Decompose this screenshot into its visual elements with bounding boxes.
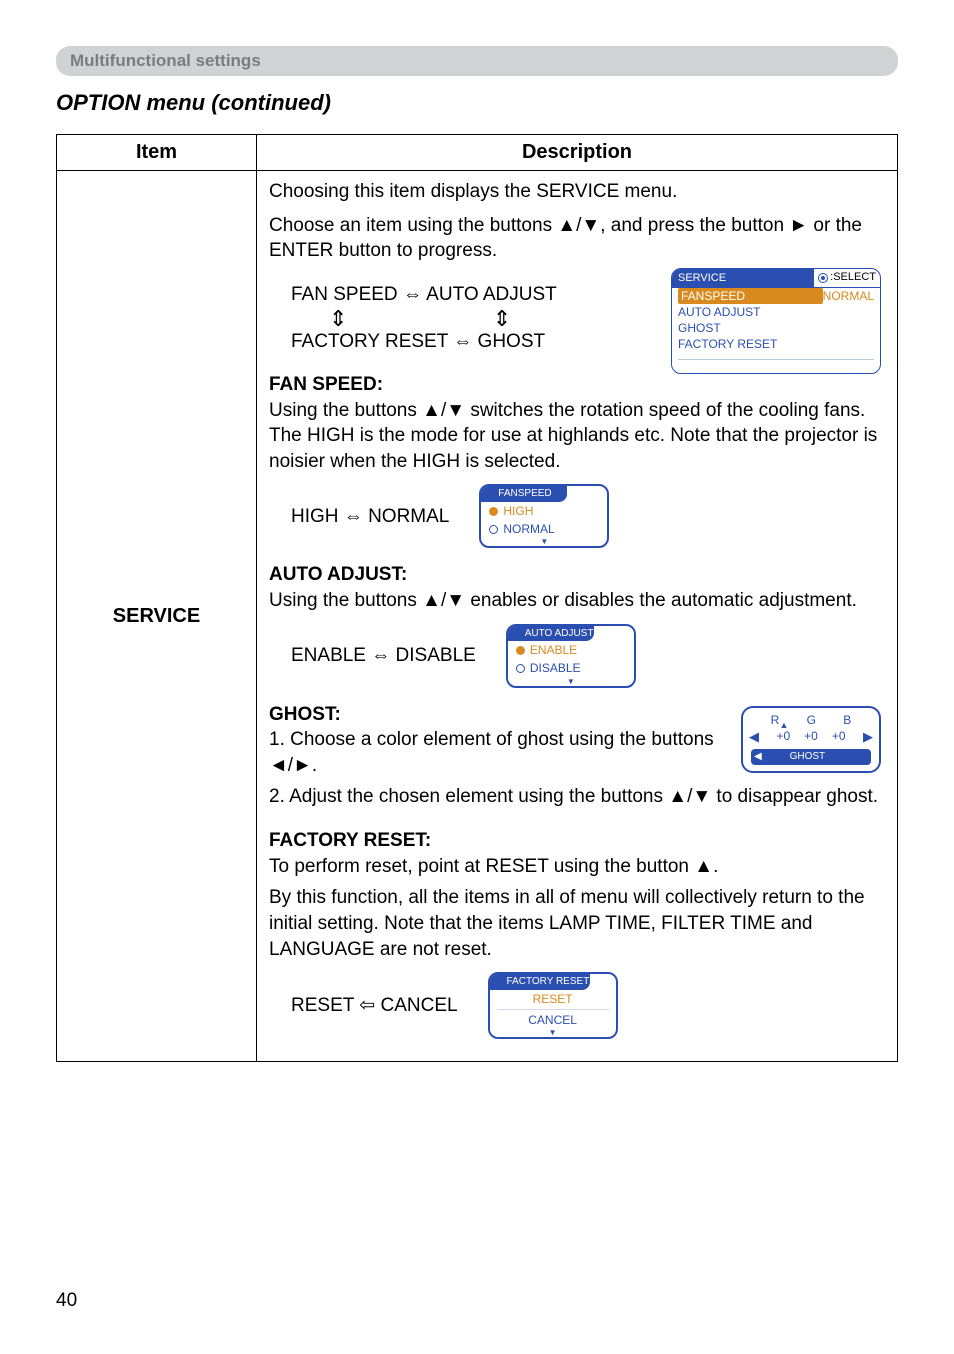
triangle-left-icon: ◀ [754, 750, 762, 764]
factoryreset-osd-pill: ▲FACTORY RESET RESET CANCEL ▼ [488, 972, 618, 1039]
ghost-osd-panel: R G B ◀ ▲+0 +0 +0 ▶ [741, 706, 881, 773]
service-description-cell: Choosing this item displays the SERVICE … [257, 171, 898, 1062]
factory-toggle-reset: RESET [291, 995, 354, 1016]
auto-pill-enable: ENABLE [530, 642, 577, 658]
nav-fanspeed: FAN SPEED [291, 284, 398, 305]
intro-line2: Choose an item using the buttons ▲/▼, an… [269, 213, 885, 264]
factory-pill-cancel: CANCEL [528, 1012, 577, 1028]
ghost-foot: GHOST [790, 750, 844, 764]
nav-autoadjust: AUTO ADJUST [426, 284, 557, 305]
radio-filled-icon [489, 507, 498, 516]
fan-toggle-arrow: ⇔ [344, 506, 363, 527]
item-service-label: SERVICE [57, 171, 257, 1062]
auto-heading: AUTO ADJUST: [269, 564, 407, 585]
auto-toggle-arrow: ⇔ [371, 645, 390, 666]
fan-pill-high: HIGH [503, 503, 533, 519]
service-osd-panel: SERVICE :SELECT FANSPEEDNORMAL AUTO ADJU… [671, 268, 881, 374]
autoadjust-osd-pill: ▲AUTO ADJUST ENABLE DISABLE ▼ [506, 624, 636, 688]
page-number: 40 [56, 1290, 77, 1312]
factory-line2: By this function, all the items in all o… [269, 885, 885, 962]
osd-row-fanspeed-val: NORMAL [823, 288, 874, 304]
triangle-left-icon: ◀ [749, 728, 759, 746]
triangle-up-icon: ▲ [496, 978, 504, 986]
triangle-right-icon: ▶ [863, 728, 873, 746]
ghost-val-r: ▲+0 [776, 728, 790, 744]
osd-row-fanspeed: FANSPEED [678, 288, 823, 304]
ghost-step1: 1. Choose a color element of ghost using… [269, 729, 714, 776]
factory-toggle-arrow: ⇦ [359, 995, 375, 1016]
triangle-down-icon: ▼ [508, 678, 634, 686]
osd-row-ghost: GHOST [678, 320, 874, 336]
osd-row-autoadjust: AUTO ADJUST [678, 304, 874, 320]
fan-pill-normal: NORMAL [503, 521, 554, 537]
nav-arrow-h1: ⇔ [403, 284, 422, 305]
fan-heading: FAN SPEED: [269, 374, 383, 395]
auto-pill-hdr: AUTO ADJUST [525, 627, 594, 641]
factory-pill-hdr: FACTORY RESET [507, 975, 590, 989]
factory-toggle-cancel: CANCEL [381, 995, 458, 1016]
ghost-step2: 2. Adjust the chosen element using the b… [269, 784, 885, 810]
fanspeed-osd-pill: ▲FANSPEED HIGH NORMAL ▼ [479, 484, 609, 548]
radio-filled-icon [516, 646, 525, 655]
auto-body: Using the buttons ▲/▼ enables or disable… [269, 590, 857, 611]
th-item: Item [57, 135, 257, 171]
osd-row-factoryreset: FACTORY RESET [678, 336, 874, 352]
section-heading-bar: Multifunctional settings [56, 46, 898, 76]
options-table: Item Description SERVICE Choosing this i… [56, 134, 898, 1062]
intro-line1: Choosing this item displays the SERVICE … [269, 179, 885, 205]
factory-line1: To perform reset, point at RESET using t… [269, 856, 718, 877]
radio-empty-icon [516, 664, 525, 673]
radio-empty-icon [489, 525, 498, 534]
fan-toggle-normal: NORMAL [368, 506, 449, 527]
nav-ghost: GHOST [478, 331, 546, 352]
factory-pill-reset: RESET [533, 991, 573, 1007]
factory-heading: FACTORY RESET: [269, 830, 431, 851]
auto-toggle-disable: DISABLE [396, 645, 476, 666]
service-osd-title: SERVICE [672, 269, 813, 288]
triangle-up-icon: ▲ [487, 490, 495, 498]
select-circle-icon [818, 273, 828, 283]
fan-body: Using the buttons ▲/▼ switches the rotat… [269, 400, 877, 472]
ghost-r: R [771, 712, 780, 728]
triangle-up-icon: ▲ [514, 629, 522, 637]
ghost-val-g: +0 [804, 728, 818, 744]
ghost-b: B [843, 712, 851, 728]
auto-toggle-enable: ENABLE [291, 645, 366, 666]
ghost-g: G [807, 712, 816, 728]
triangle-up-icon: ▲ [779, 719, 788, 731]
menu-title: OPTION menu (continued) [56, 90, 898, 116]
service-osd-select: :SELECT [830, 270, 876, 285]
auto-pill-disable: DISABLE [530, 660, 581, 676]
ghost-heading: GHOST: [269, 704, 341, 725]
fan-pill-hdr: FANSPEED [498, 487, 551, 501]
triangle-down-icon: ▼ [481, 538, 607, 546]
ghost-val-b: +0 [832, 728, 846, 744]
nav-factoryreset: FACTORY RESET [291, 331, 448, 352]
triangle-down-icon: ▼ [490, 1029, 616, 1037]
nav-arrow-h2: ⇔ [453, 331, 472, 352]
fan-toggle-high: HIGH [291, 506, 339, 527]
th-description: Description [257, 135, 898, 171]
